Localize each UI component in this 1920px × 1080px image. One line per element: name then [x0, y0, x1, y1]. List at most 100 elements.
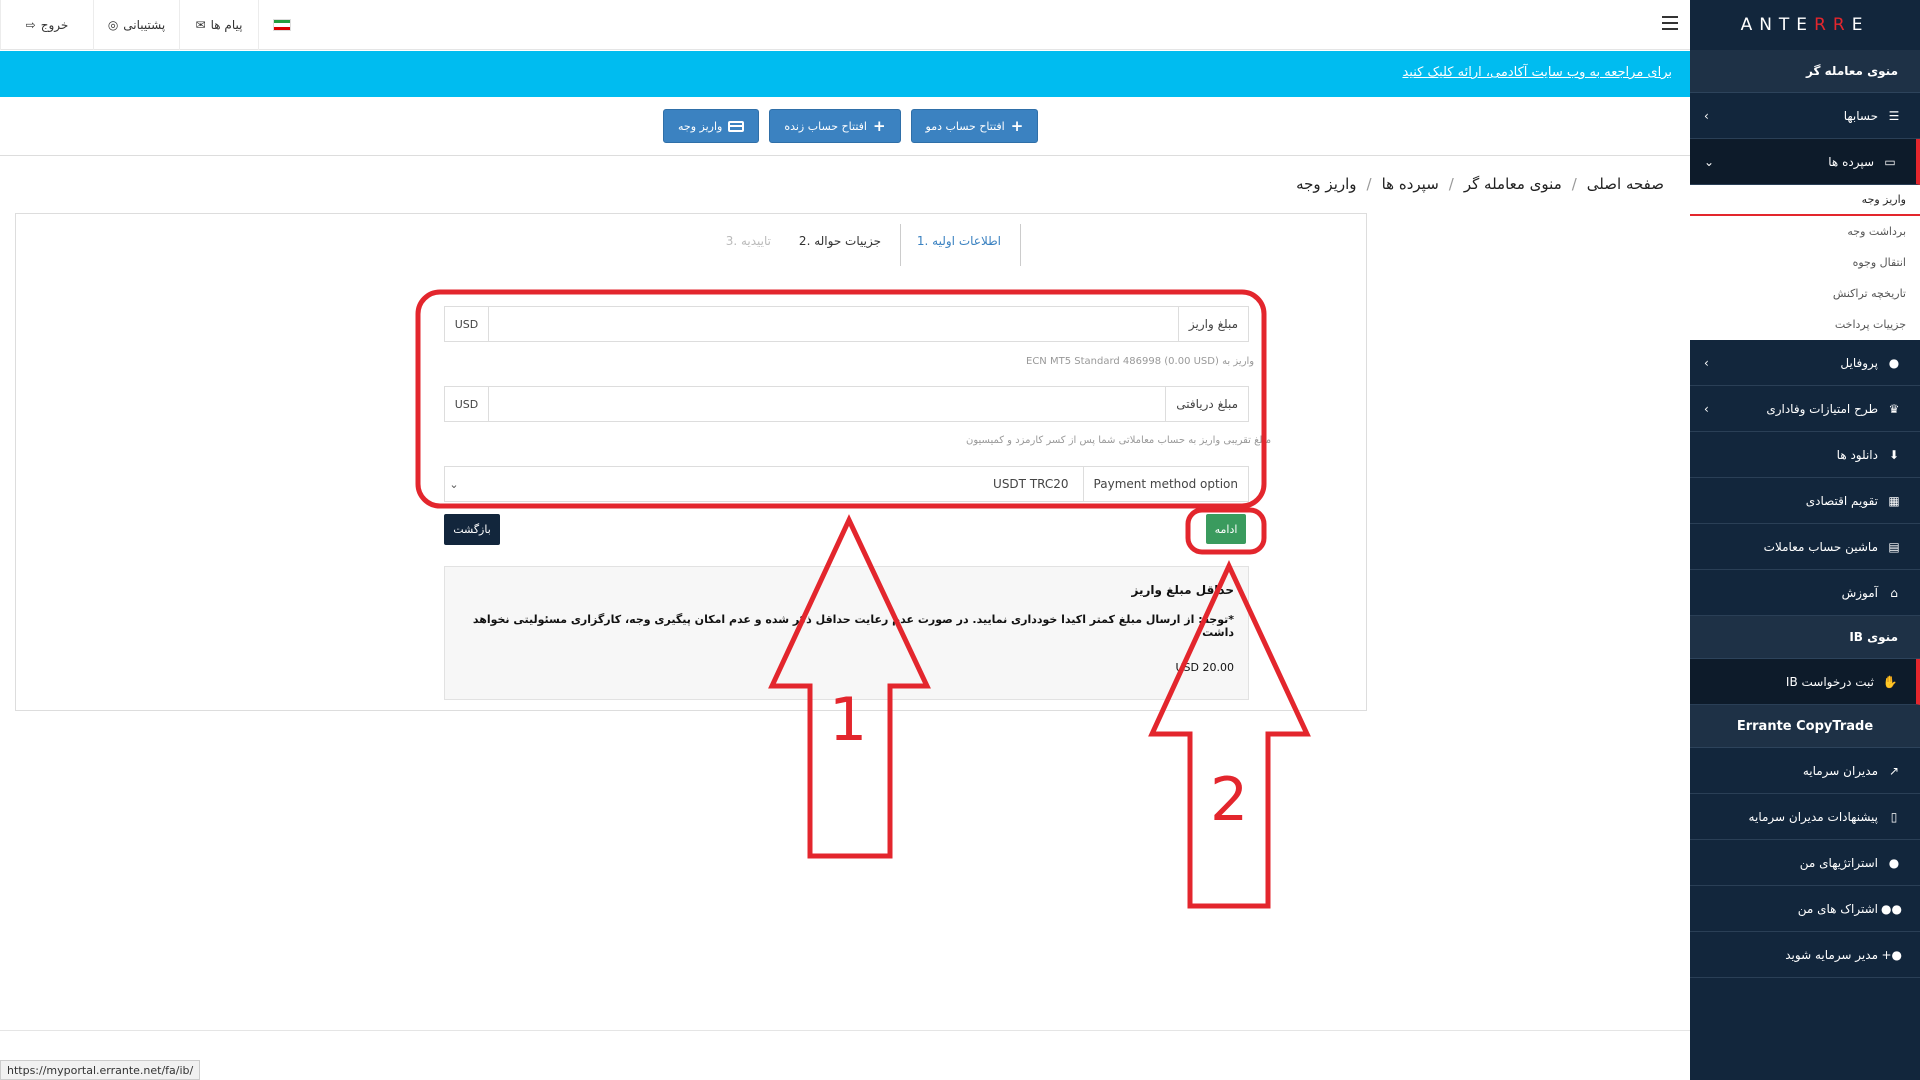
sidebar-item-loyalty[interactable]: ♛ طرح امتیازات وفاداری ›	[1690, 386, 1920, 432]
submenu-history[interactable]: تاریخچه تراکنش	[1690, 278, 1920, 309]
sidebar-item-label: دانلود ها	[1836, 447, 1878, 462]
sidebar-item-my-subscriptions[interactable]: ●● اشتراک های من	[1690, 886, 1920, 932]
sidebar-item-label: مدیر سرمایه شوید	[1785, 947, 1878, 962]
breadcrumb: صفحه اصلی / منوی معامله گر / سپرده ها / وار…	[1296, 175, 1664, 193]
sidebar-item-label: ماشین حساب معاملات	[1763, 539, 1878, 554]
submenu-label: انتقال وجوه	[1852, 256, 1906, 269]
academy-link[interactable]: برای مراجعه به وب سایت آکادمی، ارائه کلی…	[1402, 65, 1672, 80]
sidebar-item-ib-request[interactable]: ✋ ثبت درخواست IB	[1690, 659, 1920, 705]
sidebar-item-label: طرح امتیازات وفاداری	[1766, 401, 1878, 416]
deposit-amount-row: مبلغ واریز USD	[444, 306, 1249, 342]
sidebar-item-become-manager[interactable]: ●+ مدیر سرمایه شوید	[1690, 932, 1920, 978]
button-label: افتتاح حساب دمو	[925, 119, 1005, 133]
step-divider	[900, 224, 901, 266]
breadcrumb-current: واریز وجه	[1296, 175, 1357, 193]
sidebar-item-deposits[interactable]: ▭ سپرده ها ⌄	[1690, 139, 1920, 185]
minimum-deposit-info: حداقل مبلغ واریز *توجه: از ارسال مبلغ کم…	[444, 566, 1249, 700]
breadcrumb-separator: /	[1366, 175, 1372, 193]
step-transfer-details[interactable]: جزییات حواله .2	[799, 234, 881, 248]
life-ring-icon: ◎	[107, 18, 119, 32]
deposit-amount-input[interactable]	[489, 307, 1178, 341]
submenu-withdraw[interactable]: برداشت وجه	[1690, 216, 1920, 247]
users-icon: ●●	[1881, 901, 1902, 916]
user-tie-icon: ●	[1888, 855, 1900, 870]
deposit-amount-label: مبلغ واریز	[1177, 307, 1248, 341]
submenu-deposit[interactable]: واریز وجه	[1690, 185, 1920, 216]
continue-button[interactable]: ادامه	[1206, 514, 1246, 544]
trophy-icon: ♛	[1888, 401, 1900, 416]
chevron-right-icon: ›	[1704, 355, 1709, 370]
credit-card-icon	[728, 120, 745, 132]
sidebar-item-label: ثبت درخواست IB	[1785, 674, 1874, 689]
bank-icon: ⌂	[1890, 585, 1898, 600]
open-demo-account-button[interactable]: + افتتاح حساب دمو	[910, 109, 1039, 143]
annotation-number-2: 2	[1210, 765, 1248, 835]
tablet-icon: ▯	[1890, 809, 1898, 824]
language-button[interactable]	[258, 0, 304, 50]
breadcrumb-trader-menu[interactable]: منوی معامله گر	[1464, 175, 1562, 193]
sidebar-item-calculator[interactable]: ▤ ماشین حساب معاملات	[1690, 524, 1920, 570]
open-live-account-button[interactable]: + افتتاح حساب زنده	[769, 109, 901, 143]
sign-out-icon: ⇨	[25, 18, 36, 32]
breadcrumb-home[interactable]: صفحه اصلی	[1587, 175, 1664, 193]
receive-amount-hint: مبلغ تقریبی واریز به حساب معاملاتی شما پ…	[966, 435, 1272, 446]
payment-method-row: Payment method option USDT TRC20 ⌄	[444, 466, 1249, 502]
chevron-down-icon: ⌄	[1704, 154, 1715, 169]
sidebar-item-accounts[interactable]: ☰ حسابها ›	[1690, 93, 1920, 139]
step-divider	[1020, 224, 1021, 266]
sidebar-item-label: آموزش	[1841, 585, 1878, 600]
sidebar-item-downloads[interactable]: ⬇ دانلود ها	[1690, 432, 1920, 478]
messages-button[interactable]: پیام ها ✉	[179, 0, 258, 50]
handshake-icon: ✋	[1882, 674, 1898, 689]
messages-label: پیام ها	[210, 18, 243, 32]
sidebar-item-manager-offers[interactable]: ▯ پیشنهادات مدیران سرمایه	[1690, 794, 1920, 840]
user-icon: ●	[1888, 355, 1900, 370]
sidebar-item-calendar[interactable]: ▦ تقویم اقتصادی	[1690, 478, 1920, 524]
payment-method-label: Payment method option	[1082, 467, 1248, 501]
submenu-transfer[interactable]: انتقال وجوه	[1690, 247, 1920, 278]
iran-flag-icon	[272, 19, 291, 31]
envelope-icon: ✉	[195, 18, 206, 32]
sidebar-item-education[interactable]: ⌂ آموزش	[1690, 570, 1920, 616]
section-trader-menu: منوی معامله گر	[1690, 50, 1920, 93]
back-button[interactable]: بازگشت	[444, 514, 500, 545]
section-ib-menu: منوی IB	[1690, 616, 1920, 659]
sidebar-item-label: حسابها	[1843, 108, 1878, 123]
chart-icon: ↗	[1888, 763, 1900, 778]
sidebar: E RR ANTE منوی معامله گر ☰ حسابها › ▭ سپرد…	[1690, 0, 1920, 1080]
step-confirmation: تاییدیه .3	[725, 234, 771, 248]
sidebar-item-label: مدیران سرمایه	[1802, 763, 1878, 778]
payment-method-select[interactable]: USDT TRC20	[463, 467, 1083, 501]
button-label: واریز وجه	[678, 119, 723, 133]
submenu-label: جزییات پرداخت	[1834, 318, 1906, 331]
sidebar-item-my-strategies[interactable]: ● استراتژیهای من	[1690, 840, 1920, 886]
calendar-icon: ▦	[1888, 493, 1900, 508]
topbar: خروج ⇨ پشتیبانی ◎ پیام ها ✉	[0, 0, 1690, 50]
hamburger-menu-icon[interactable]	[1662, 16, 1678, 30]
deposit-button[interactable]: واریز وجه	[663, 109, 760, 143]
sidebar-item-label: استراتژیهای من	[1799, 855, 1878, 870]
sidebar-item-profile[interactable]: ● پروفایل ›	[1690, 340, 1920, 386]
wallet-icon: ▭	[1884, 154, 1896, 169]
chevron-down-icon[interactable]: ⌄	[445, 467, 463, 501]
section-copytrade: Errante CopyTrade	[1690, 705, 1920, 748]
submenu-label: واریز وجه	[1861, 193, 1906, 206]
sidebar-item-label: اشتراک های من	[1797, 901, 1878, 916]
receive-amount-label: مبلغ دریافتی	[1165, 387, 1248, 421]
deposits-submenu: واریز وجه برداشت وجه انتقال وجوه تاریخچه…	[1690, 185, 1920, 340]
support-button[interactable]: پشتیبانی ◎	[93, 0, 179, 50]
sidebar-item-label: تقویم اقتصادی	[1805, 493, 1878, 508]
step-initial-info[interactable]: اطلاعات اولیه .1	[917, 234, 1001, 248]
errante-logo[interactable]: E RR ANTE	[1690, 0, 1920, 50]
sidebar-item-managers[interactable]: ↗ مدیران سرمایه	[1690, 748, 1920, 794]
breadcrumb-deposits[interactable]: سپرده ها	[1382, 175, 1439, 193]
submenu-label: برداشت وجه	[1847, 225, 1906, 238]
submenu-payment-details[interactable]: جزییات پرداخت	[1690, 309, 1920, 340]
logo-part: ANTE	[1740, 15, 1815, 35]
academy-banner: برای مراجعه به وب سایت آکادمی، ارائه کلی…	[0, 51, 1690, 97]
sidebar-item-label: پروفایل	[1840, 355, 1878, 370]
receive-currency-addon: USD	[445, 387, 489, 421]
logout-button[interactable]: خروج ⇨	[0, 0, 93, 50]
info-warning: *توجه: از ارسال مبلغ کمتر اکیدا خودداری …	[472, 613, 1234, 639]
receive-amount-input[interactable]	[489, 387, 1166, 421]
